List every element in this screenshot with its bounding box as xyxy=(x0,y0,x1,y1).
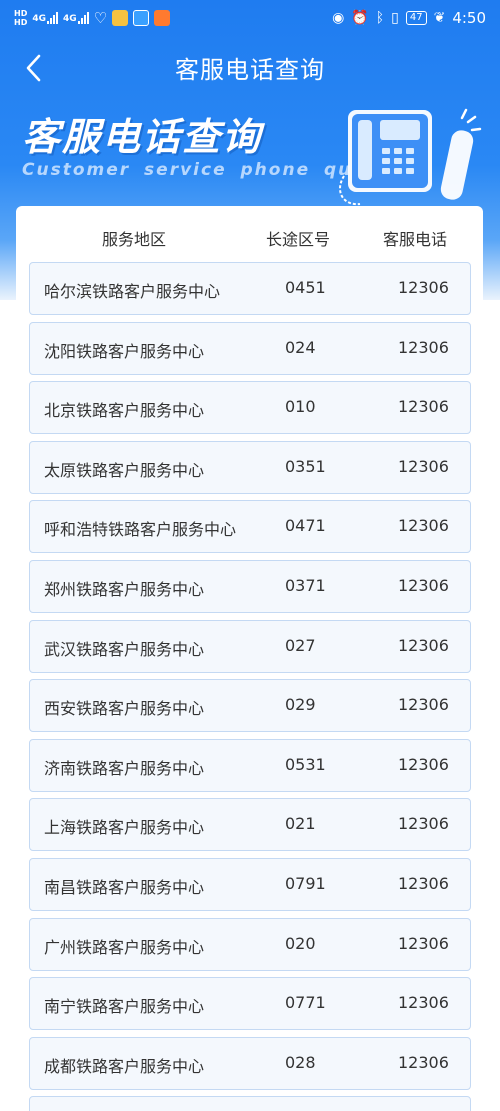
heart-health-icon: ♡ xyxy=(93,9,108,27)
hd-top-label: HD xyxy=(14,9,28,18)
navigation-bar: 客服电话查询 xyxy=(0,38,500,94)
row-region: 呼和浩特铁路客户服务中心 xyxy=(44,520,237,540)
row-region: 广州铁路客户服务中心 xyxy=(44,937,205,957)
table-row[interactable]: 郑州铁路客户服务中心 0371 12306 xyxy=(29,559,471,613)
battery-level: 47 xyxy=(405,11,427,25)
row-phone[interactable]: 12306 xyxy=(398,636,449,655)
row-region: 太原铁路客户服务中心 xyxy=(44,460,205,480)
table-row[interactable]: 南昌铁路客户服务中心 0791 12306 xyxy=(29,857,471,911)
vibrate-icon: ▯ xyxy=(391,10,399,26)
row-area-code: 021 xyxy=(285,814,316,834)
table-row[interactable]: 武汉铁路客户服务中心 027 12306 xyxy=(29,619,471,673)
row-area-code: 027 xyxy=(285,635,316,655)
hd-indicator: HD HD xyxy=(14,9,27,27)
app-notification-3-icon xyxy=(154,10,171,26)
app-notification-2-icon xyxy=(133,10,150,26)
page-title: 客服电话查询 xyxy=(175,56,325,84)
row-area-code: 0791 xyxy=(285,873,326,893)
eye-icon: ◉ xyxy=(332,10,345,26)
table-row[interactable]: 太原铁路客户服务中心 0351 12306 xyxy=(29,440,471,494)
row-region: 北京铁路客户服务中心 xyxy=(44,401,205,421)
row-phone[interactable]: 12306 xyxy=(398,576,449,595)
signal-bars-1-icon xyxy=(47,12,58,24)
app-notification-1-icon xyxy=(112,10,129,26)
status-bar: HD HD 4G 4G ♡ ◉ ⏰ ᛒ ▯ 47 ❦ 4:50 xyxy=(0,0,500,36)
header-phone: 客服电话 xyxy=(383,230,448,249)
desk-phone-icon xyxy=(339,108,482,206)
row-area-code: 0471 xyxy=(285,516,326,536)
table-header: 服务地区 长途区号 客服电话 xyxy=(16,206,483,264)
row-region: 西安铁路客户服务中心 xyxy=(44,699,205,719)
row-area-code: 0371 xyxy=(285,575,326,595)
banner-title: 客服电话查询 xyxy=(22,115,263,159)
status-left: HD HD 4G 4G ♡ xyxy=(14,9,171,27)
table-row[interactable]: 济南铁路客户服务中心 0531 12306 xyxy=(29,738,471,792)
row-region: 沈阳铁路客户服务中心 xyxy=(44,341,205,361)
row-area-code: 020 xyxy=(285,933,316,953)
row-area-code: 010 xyxy=(285,397,316,417)
table-row[interactable]: 呼和浩特铁路客户服务中心 0471 12306 xyxy=(29,500,471,554)
row-region: 成都铁路客户服务中心 xyxy=(44,1056,205,1076)
row-phone[interactable]: 12306 xyxy=(398,755,449,774)
row-phone[interactable]: 12306 xyxy=(398,934,449,953)
table-row[interactable]: 南宁铁路客户服务中心 0771 12306 xyxy=(29,977,471,1031)
row-area-code: 0451 xyxy=(285,278,326,297)
row-region: 武汉铁路客户服务中心 xyxy=(44,639,205,659)
phone-list-card: 服务地区 长途区号 客服电话 哈尔滨铁路客户服务中心 0451 12306 沈阳铁路客… xyxy=(16,206,483,1111)
table-body: 哈尔滨铁路客户服务中心 0451 12306 沈阳铁路客户服务中心 024 12306 北京… xyxy=(29,262,471,1111)
row-phone[interactable]: 12306 xyxy=(398,278,449,297)
bluetooth-icon: ᛒ xyxy=(375,10,385,26)
row-phone[interactable]: 12306 xyxy=(398,516,449,535)
row-region: 南宁铁路客户服务中心 xyxy=(44,997,205,1017)
row-phone[interactable]: 12306 xyxy=(398,874,449,893)
row-region: 哈尔滨铁路客户服务中心 xyxy=(44,282,221,301)
signal-1: 4G xyxy=(32,12,58,24)
banner-subtitle: Customer service phone query xyxy=(22,160,390,180)
row-phone[interactable]: 12306 xyxy=(398,1053,449,1072)
row-region: 郑州铁路客户服务中心 xyxy=(44,579,205,599)
leaf-icon: ❦ xyxy=(433,10,446,26)
row-phone[interactable]: 12306 xyxy=(398,695,449,714)
row-area-code: 024 xyxy=(285,337,316,357)
row-region: 南昌铁路客户服务中心 xyxy=(44,877,205,897)
hd-bottom-label: HD xyxy=(14,18,28,27)
table-row[interactable]: 西安铁路客户服务中心 029 12306 xyxy=(29,679,471,733)
row-area-code: 0771 xyxy=(285,993,326,1013)
table-row[interactable]: 哈尔滨铁路客户服务中心 0451 12306 xyxy=(29,262,471,315)
alarm-clock-icon: ⏰ xyxy=(351,10,369,26)
row-region: 上海铁路客户服务中心 xyxy=(44,818,205,838)
network-type-2: 4G xyxy=(63,14,77,24)
row-phone[interactable]: 12306 xyxy=(398,338,449,357)
signal-2: 4G xyxy=(63,12,89,24)
table-row[interactable]: 上海铁路客户服务中心 021 12306 xyxy=(29,798,471,852)
header-region: 服务地区 xyxy=(102,230,167,249)
status-right: ◉ ⏰ ᛒ ▯ 47 ❦ 4:50 xyxy=(332,9,486,27)
clock-time: 4:50 xyxy=(452,9,486,27)
row-region: 济南铁路客户服务中心 xyxy=(44,758,205,778)
network-type-1: 4G xyxy=(32,14,46,24)
row-phone[interactable]: 12306 xyxy=(398,993,449,1012)
table-row[interactable]: 沈阳铁路客户服务中心 024 12306 xyxy=(29,321,471,375)
row-phone[interactable]: 12306 xyxy=(398,457,449,476)
row-area-code: 0351 xyxy=(285,456,326,476)
table-row[interactable]: 成都铁路客户服务中心 028 12306 xyxy=(29,1036,471,1090)
header-area-code: 长途区号 xyxy=(266,230,331,249)
row-area-code: 029 xyxy=(285,695,316,715)
row-phone[interactable]: 12306 xyxy=(398,397,449,416)
row-phone[interactable]: 12306 xyxy=(398,814,449,833)
table-row[interactable]: 广州铁路客户服务中心 020 12306 xyxy=(29,917,471,971)
row-area-code: 0531 xyxy=(285,754,326,774)
signal-bars-2-icon xyxy=(77,12,89,24)
row-area-code: 028 xyxy=(285,1052,316,1072)
table-row[interactable]: 北京铁路客户服务中心 010 12306 xyxy=(29,381,471,435)
table-row[interactable] xyxy=(29,1096,471,1111)
